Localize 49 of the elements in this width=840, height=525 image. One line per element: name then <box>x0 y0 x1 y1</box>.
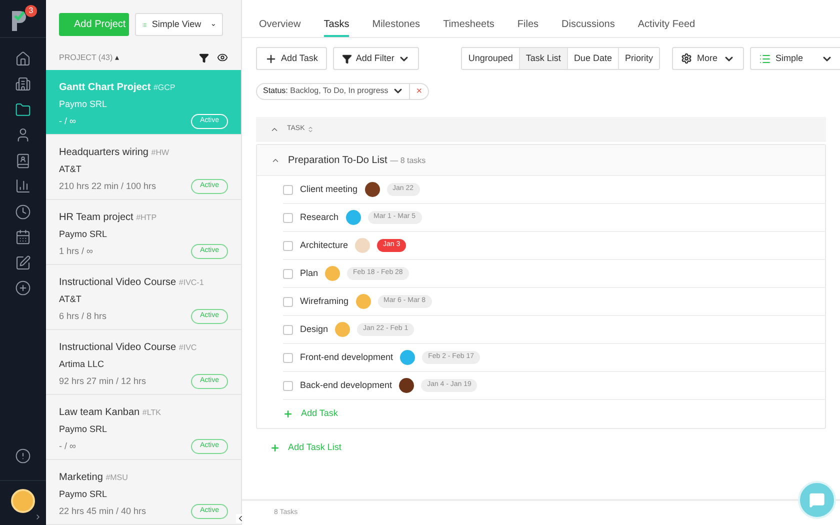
tab[interactable]: Tasks <box>324 17 350 37</box>
project-name: Instructional Video Course #IVC <box>59 340 198 355</box>
client-name: Paymo SRL <box>59 98 108 111</box>
task-name[interactable]: Plan <box>300 266 318 280</box>
view-dropdown[interactable]: Simple View <box>135 13 223 36</box>
client-name: Paymo SRL <box>59 488 108 501</box>
client-name: Artima LLC <box>59 358 106 371</box>
project-name: Marketing #MSU <box>59 470 129 485</box>
status-filter[interactable]: Status: Backlog, To Do, In progress × <box>256 82 430 100</box>
hours-text: 22 hrs 45 min / 40 hrs <box>59 504 146 518</box>
tab[interactable]: Activity Feed <box>638 17 696 37</box>
client-name: AT&T <box>59 292 82 306</box>
grouping-option[interactable]: Task List <box>518 48 567 69</box>
tab[interactable]: Files <box>517 17 539 37</box>
hours-text: 210 hrs 22 min / 100 hrs <box>59 180 156 193</box>
project-name: Headquarters wiring #HW <box>59 146 170 160</box>
add-task-button[interactable]: Add Task <box>256 47 327 70</box>
project-name: Gantt Chart Project #GCP <box>59 80 176 95</box>
tab[interactable]: Milestones <box>372 17 420 37</box>
notification-badge: 3 <box>25 4 37 16</box>
hours-text: - / ∞ <box>59 440 76 453</box>
filter-text: Status: Backlog, To Do, In progress <box>263 85 388 97</box>
task-list-title: Preparation To-Do List — 8 tasks <box>288 154 426 168</box>
task-name[interactable]: Architecture <box>300 238 348 252</box>
project-name: Instructional Video Course #IVC-1 <box>59 276 205 290</box>
more-button[interactable]: More <box>672 47 744 70</box>
task-name[interactable]: Design <box>300 322 328 336</box>
project-name: Law team Kanban #LTK <box>59 406 162 420</box>
view-dropdown[interactable]: Simple <box>750 47 840 70</box>
task-name[interactable]: Research <box>300 210 339 224</box>
hours-text: 92 hrs 27 min / 12 hrs <box>59 374 146 388</box>
add-filter-button[interactable]: Add Filter <box>332 47 420 70</box>
client-name: AT&T <box>59 162 82 176</box>
tab[interactable]: Timesheets <box>443 17 494 37</box>
remove-filter-button[interactable]: × <box>409 84 428 98</box>
task-name[interactable]: Front-end development <box>300 350 394 364</box>
grouping-option[interactable]: Priority <box>618 48 659 69</box>
task-name[interactable]: Client meeting <box>300 182 358 196</box>
hours-text: 1 hrs / ∞ <box>59 244 93 258</box>
client-name: Paymo SRL <box>59 228 108 241</box>
hours-text: 6 hrs / 8 hrs <box>59 310 107 323</box>
task-name[interactable]: Back-end development <box>300 378 392 392</box>
task-name[interactable]: Wireframing <box>300 294 349 308</box>
tab[interactable]: Discussions <box>562 17 615 37</box>
client-name: Paymo SRL <box>59 422 108 436</box>
hours-text: - / ∞ <box>59 114 76 128</box>
project-name: HR Team project #HTP <box>59 210 158 225</box>
project-column-header[interactable]: PROJECT (43) ▴ <box>59 52 119 64</box>
tab[interactable]: Overview <box>259 17 301 37</box>
